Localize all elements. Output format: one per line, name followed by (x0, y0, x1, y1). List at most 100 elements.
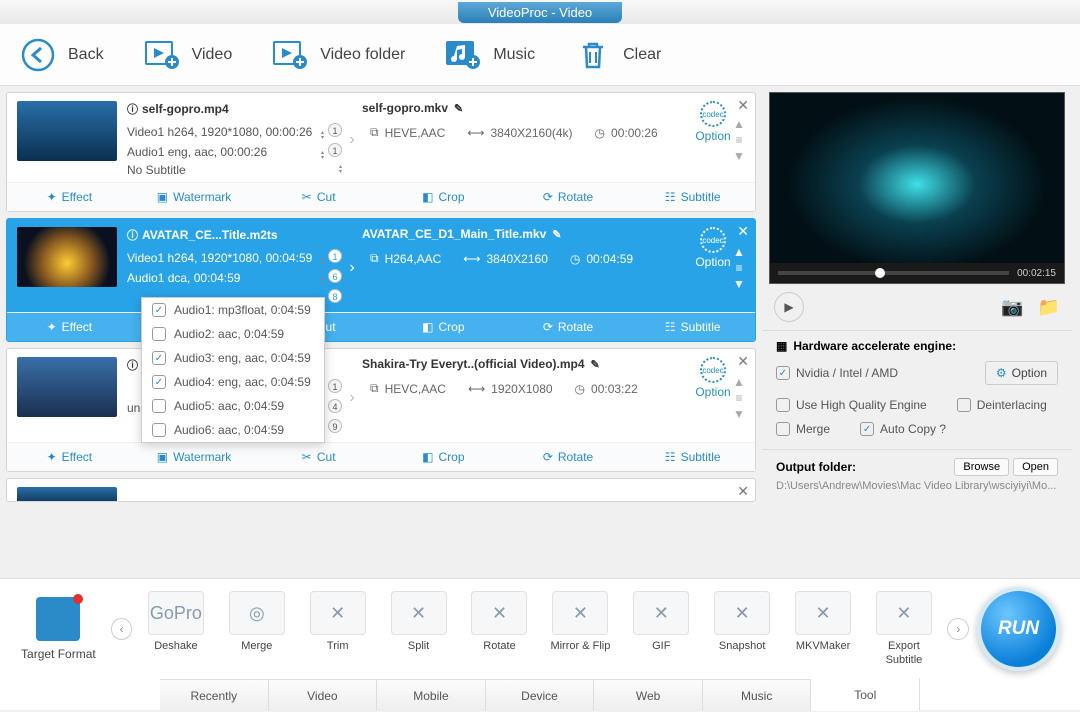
clock-icon: ◷ (595, 126, 605, 140)
audio-track-info[interactable]: Audio1 dca, 00:04:59 (127, 271, 240, 285)
wand-icon: ✦ (47, 190, 57, 204)
deinterlacing-checkbox[interactable]: Deinterlacing (957, 398, 1047, 412)
audio-track-option[interactable]: ✓Audio4: eng, aac, 0:04:59 (142, 370, 324, 394)
tool-snapshot[interactable]: ✕Snapshot (707, 591, 778, 666)
preview-frame (770, 93, 1064, 283)
subtitle-button[interactable]: ☷Subtitle (630, 313, 755, 341)
tool-deshake[interactable]: GoProDeshake (140, 591, 211, 666)
audio-track-option[interactable]: ✓Audio3: eng, aac, 0:04:59 (142, 346, 324, 370)
tool-merge[interactable]: ◎Merge (221, 591, 292, 666)
codec-option-button[interactable]: codecOption (693, 101, 733, 178)
cut-button[interactable]: ✂Cut (256, 183, 381, 211)
effect-button[interactable]: ✦Effect (7, 183, 132, 211)
subtitle-button[interactable]: ☷Subtitle (630, 183, 755, 211)
codec-icon: ⧉ (370, 251, 379, 266)
preview-player[interactable]: 00:02:15 (769, 92, 1065, 284)
codec-option-button[interactable]: codec Option (693, 227, 733, 308)
rotate-button[interactable]: ⟳Rotate (506, 183, 631, 211)
tool-gif[interactable]: ✕GIF (626, 591, 697, 666)
output-filename: self-gopro.mkv (362, 101, 448, 115)
open-folder-icon[interactable]: 📁 (1038, 297, 1060, 318)
vendor-checkbox[interactable]: ✓Nvidia / Intel / AMD (776, 366, 898, 380)
tab-mobile[interactable]: Mobile (377, 679, 486, 711)
video-card[interactable]: ✕ ⓘself-gopro.mp4 Video1 h264, 1920*1080… (6, 92, 756, 212)
autocopy-label: Auto Copy ? (880, 422, 946, 436)
tool-export-subtitle[interactable]: ✕Export Subtitle (869, 591, 940, 666)
tool-rotate[interactable]: ✕Rotate (464, 591, 535, 666)
audio-track-option[interactable]: ✓Audio1: mp3float, 0:04:59 (142, 298, 324, 322)
audio-option-label: Audio1: mp3float, 0:04:59 (174, 303, 311, 317)
play-button[interactable]: ▶ (774, 292, 804, 322)
video-track-info: Video1 h264, 1920*1080, 00:00:26 (127, 125, 312, 139)
video-card[interactable]: ✕ (6, 478, 756, 502)
option-label: Option (695, 385, 730, 399)
resolution-icon: ⟷ (468, 382, 485, 396)
target-format[interactable]: Target Format (14, 597, 103, 661)
tool-icon: ✕ (633, 591, 689, 635)
audio-track-option[interactable]: Audio2: aac, 0:04:59 (142, 322, 324, 346)
codec-option-button[interactable]: codecOption (693, 357, 733, 438)
tool-mkvmaker[interactable]: ✕MKVMaker (788, 591, 859, 666)
resolution-icon: ⟷ (463, 252, 480, 266)
audio-track-option[interactable]: Audio6: aac, 0:04:59 (142, 418, 324, 442)
tab-tool[interactable]: Tool (811, 678, 920, 711)
rotate-button[interactable]: ⟳Rotate (506, 313, 631, 341)
video-folder-label: Video folder (320, 46, 405, 64)
video-card[interactable]: ✕ ⓘ ▴▾1 undefined▴▾4 ▴▾9 › Shakira-Try E… (6, 348, 756, 472)
close-icon[interactable]: ✕ (737, 223, 749, 240)
rotate-button[interactable]: ⟳Rotate (506, 443, 631, 471)
tool-split[interactable]: ✕Split (383, 591, 454, 666)
merge-label: Merge (796, 422, 830, 436)
video-card[interactable]: ✕ ⓘAVATAR_CE...Title.m2ts Video1 h264, 1… (6, 218, 756, 342)
scroll-left-button[interactable]: ‹ (111, 618, 133, 640)
scroll-right-button[interactable]: › (947, 618, 969, 640)
browse-button[interactable]: Browse (954, 458, 1009, 476)
back-button[interactable]: Back (20, 37, 104, 73)
tab-music[interactable]: Music (703, 679, 812, 711)
add-music-button[interactable]: Music (445, 37, 535, 73)
subtitle-info[interactable]: No Subtitle (127, 163, 186, 177)
effect-button[interactable]: ✦Effect (7, 313, 132, 341)
option-label: Option (695, 255, 730, 269)
snapshot-icon[interactable]: 📷 (1001, 297, 1023, 318)
add-video-folder-button[interactable]: Video folder (272, 37, 405, 73)
tab-device[interactable]: Device (486, 679, 595, 711)
autocopy-checkbox[interactable]: ✓Auto Copy ? (860, 422, 946, 436)
clear-button[interactable]: Clear (575, 37, 661, 73)
edit-icon[interactable]: ✎ (591, 358, 600, 371)
effect-button[interactable]: ✦Effect (7, 443, 132, 471)
crop-icon: ◧ (422, 450, 433, 464)
watermark-button[interactable]: ▣Watermark (132, 183, 257, 211)
tool-trim[interactable]: ✕Trim (302, 591, 373, 666)
tab-web[interactable]: Web (594, 679, 703, 711)
audio-option-label: Audio5: aac, 0:04:59 (174, 399, 284, 413)
crop-button[interactable]: ◧Crop (381, 443, 506, 471)
gear-icon: codec (700, 227, 726, 253)
tool-icon: ✕ (310, 591, 366, 635)
close-icon[interactable]: ✕ (737, 97, 749, 114)
source-filename: self-gopro.mp4 (142, 102, 229, 116)
watermark-button[interactable]: ▣Watermark (132, 443, 257, 471)
hw-option-button[interactable]: ⚙Option (985, 361, 1058, 385)
crop-button[interactable]: ◧Crop (381, 313, 506, 341)
add-video-button[interactable]: Video (144, 37, 233, 73)
hq-engine-checkbox[interactable]: Use High Quality Engine (776, 398, 927, 412)
tab-recently[interactable]: Recently (160, 679, 269, 711)
audio-track-info[interactable]: Audio1 eng, aac, 00:00:26 (127, 145, 267, 159)
audio-track-dropdown[interactable]: ✓Audio1: mp3float, 0:04:59Audio2: aac, 0… (141, 297, 325, 443)
edit-icon[interactable]: ✎ (454, 102, 463, 115)
duration-value: 00:04:59 (586, 252, 633, 266)
edit-icon[interactable]: ✎ (552, 228, 561, 241)
close-icon[interactable]: ✕ (737, 353, 749, 370)
merge-checkbox[interactable]: Merge (776, 422, 830, 436)
tool-mirror-flip[interactable]: ✕Mirror & Flip (545, 591, 616, 666)
cut-button[interactable]: ✂Cut (256, 443, 381, 471)
close-icon[interactable]: ✕ (737, 483, 749, 500)
crop-button[interactable]: ◧Crop (381, 183, 506, 211)
audio-track-option[interactable]: Audio5: aac, 0:04:59 (142, 394, 324, 418)
subtitle-button[interactable]: ☷Subtitle (630, 443, 755, 471)
open-button[interactable]: Open (1013, 458, 1058, 476)
run-button[interactable]: RUN (977, 587, 1060, 671)
seek-bar[interactable] (778, 271, 1009, 275)
tab-video[interactable]: Video (269, 679, 378, 711)
